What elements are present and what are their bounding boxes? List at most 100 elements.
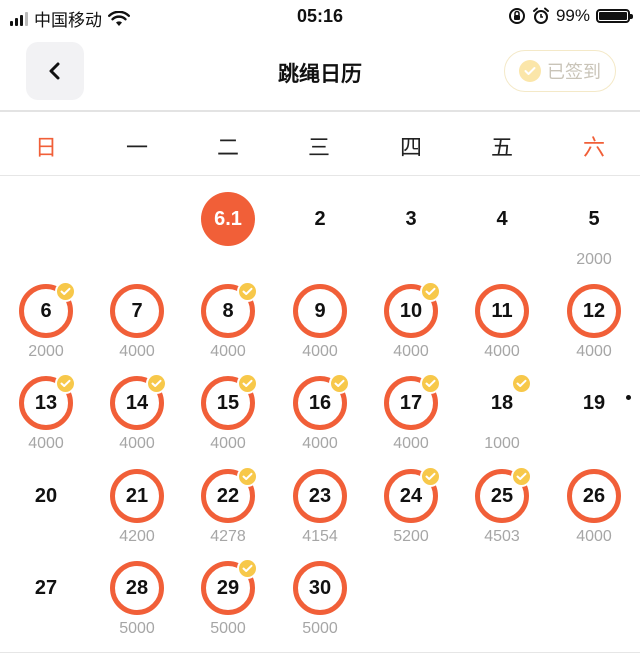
day-cell-12[interactable]: 12 4000 [556,268,632,360]
day-cell-25[interactable]: 25 4503 [464,453,540,545]
status-right: 99% [508,6,633,26]
nav-bar: 跳绳日历 已签到 [0,34,640,112]
day-cell-21[interactable]: 21 4200 [99,453,175,545]
jump-count: 4000 [393,343,429,360]
day-cell-16[interactable]: 16 4000 [282,360,358,452]
weekday-tue: 二 [216,135,239,160]
jump-count: 4200 [119,528,155,545]
check-badge-icon [420,466,441,487]
day-cell-14[interactable]: 14 4000 [99,360,175,452]
check-badge-icon [237,558,258,579]
battery-icon [596,9,633,23]
weekday-wed: 三 [307,135,330,160]
day-cell-29[interactable]: 29 5000 [190,545,266,637]
day-cell-24[interactable]: 24 5200 [373,453,449,545]
rotation-lock-icon [508,8,525,24]
day-cell-13[interactable]: 13 4000 [8,360,84,452]
day-cell-23[interactable]: 23 4154 [282,453,358,545]
scroll-indicator-dot [626,395,631,400]
day-cell-17[interactable]: 17 4000 [373,360,449,452]
day-cell-15[interactable]: 15 4000 [190,360,266,452]
jump-count: 4503 [484,528,520,545]
day-number: 19 [582,391,606,414]
jump-count: 4000 [210,343,246,360]
check-badge-icon [55,373,76,394]
status-bar: 中国移动 05:16 99% [0,0,640,34]
weekday-sat: 六 [582,135,605,160]
weekday-mon: 一 [125,135,148,160]
day-cell-4[interactable]: 4 [464,176,540,268]
jump-count: 4000 [28,435,64,452]
day-number: 2 [314,207,326,230]
day-cell-26[interactable]: 26 4000 [556,453,632,545]
day-cell-18[interactable]: 18 1000 [464,360,540,452]
battery-percent: 99% [555,6,590,25]
jump-count: 4278 [210,528,246,545]
signed-in-label: 已签到 [547,62,601,82]
check-badge-icon [237,373,258,394]
day-number: 26 [567,469,621,523]
check-badge-icon [511,466,532,487]
day-cell-2[interactable]: 2 [282,176,358,268]
jump-count: 5000 [119,620,155,637]
check-badge-icon [146,373,167,394]
weekday-fri: 五 [490,135,513,160]
day-cell-3[interactable]: 3 [373,176,449,268]
day-number: 4 [496,207,508,230]
signed-in-button[interactable]: 已签到 [504,50,616,92]
day-cell-22[interactable]: 22 4278 [190,453,266,545]
day-number: 27 [34,576,58,599]
day-cell-19[interactable]: 19 [556,360,632,452]
check-badge-icon [55,281,76,302]
battery-fill [599,12,627,20]
check-circle-icon [519,60,541,82]
check-badge-icon [511,373,532,394]
check-badge-icon [420,373,441,394]
weekday-header: 日 一 二 三 四 五 六 [0,112,640,176]
jump-count: 4000 [210,435,246,452]
day-number: 21 [110,469,164,523]
day-number: 7 [110,284,164,338]
day-cell-8[interactable]: 8 4000 [190,268,266,360]
jump-count: 5000 [302,620,338,637]
jump-count: 4000 [484,343,520,360]
day-number: 11 [475,284,529,338]
jump-count: 2000 [576,251,612,268]
jump-count: 5200 [393,528,429,545]
check-badge-icon [420,281,441,302]
jump-count: 5000 [210,620,246,637]
bottom-divider [0,652,640,653]
jump-count: 4000 [119,435,155,452]
weekday-sun: 日 [34,135,57,160]
alarm-icon [532,7,549,24]
day-cell-7[interactable]: 7 4000 [99,268,175,360]
day-number: 23 [293,469,347,523]
day-cell-6.1[interactable]: 6.1 [190,176,266,268]
jump-count: 4000 [576,528,612,545]
check-badge-icon [237,281,258,302]
day-cell-30[interactable]: 30 5000 [282,545,358,637]
day-number: 30 [293,561,347,615]
day-cell-6[interactable]: 6 2000 [8,268,84,360]
day-number: 12 [567,284,621,338]
day-cell-27[interactable]: 27 [8,545,84,637]
day-number: 3 [405,207,417,230]
jump-count: 4000 [576,343,612,360]
day-cell-11[interactable]: 11 4000 [464,268,540,360]
day-cell-5[interactable]: 5 2000 [556,176,632,269]
day-cell-10[interactable]: 10 4000 [373,268,449,360]
day-number: 28 [110,561,164,615]
jump-count: 4000 [119,343,155,360]
jump-count: 4154 [302,528,338,545]
day-number: 9 [293,284,347,338]
calendar-grid: 6.1 2 3 4 5 2000 6 2000 7 4000 8 4000 9 4000 10 4000 11 4… [0,176,640,654]
day-number: 5 [588,207,600,230]
day-cell-28[interactable]: 28 5000 [99,545,175,637]
jump-count: 2000 [28,343,64,360]
jump-count: 4000 [302,435,338,452]
jump-count: 4000 [393,435,429,452]
day-cell-9[interactable]: 9 4000 [282,268,358,360]
day-cell-20[interactable]: 20 [8,453,84,545]
jump-count: 4000 [302,343,338,360]
jump-count: 1000 [484,435,520,452]
